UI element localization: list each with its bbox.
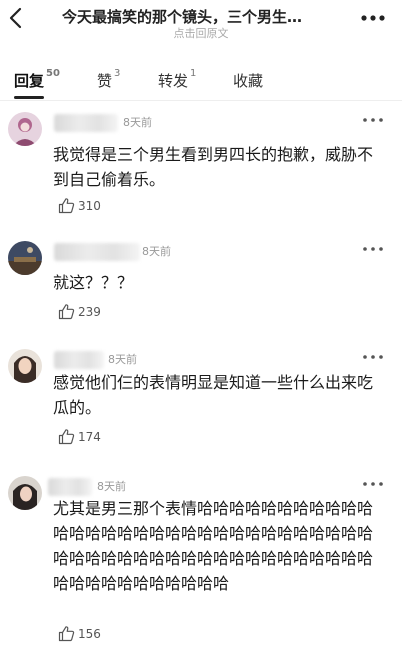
comment-text: 感觉他们仨的表情明显是知道一些什么出来吃瓜的。 (53, 373, 374, 417)
comment-more-icon[interactable] (362, 245, 384, 253)
thumbs-up-icon (58, 304, 75, 320)
like-count: 174 (78, 430, 101, 444)
top-bar: 今天最搞笑的那个镜头，三个男生… 点击回原文 (0, 0, 402, 44)
username-blurred[interactable] (54, 351, 104, 369)
thumbs-up-icon (58, 198, 75, 214)
tab-label: 收藏 (233, 72, 264, 90)
back-to-original-link[interactable]: 点击回原文 (0, 25, 402, 41)
comment-time: 8天前 (97, 480, 126, 493)
username-blurred[interactable] (54, 243, 140, 261)
avatar[interactable] (8, 476, 42, 510)
comment-text: 就这？？？ (53, 273, 134, 292)
thumbs-up-icon (58, 429, 75, 445)
comment-more-icon[interactable] (362, 353, 384, 361)
active-tab-indicator (14, 96, 44, 99)
avatar[interactable] (8, 349, 42, 383)
tab-label: 回复 (14, 72, 45, 90)
comment-more-icon[interactable] (362, 480, 384, 488)
avatar[interactable] (8, 241, 42, 275)
tab-label: 转发 (158, 72, 189, 90)
username-blurred[interactable] (48, 478, 92, 496)
comment-text: 尤其是男三那个表情哈哈哈哈哈哈哈哈哈哈哈哈哈哈哈哈哈哈哈哈哈哈哈哈哈哈哈哈哈哈哈… (53, 499, 374, 593)
tab-count: 1 (190, 68, 197, 79)
thumbs-up-icon (58, 626, 75, 642)
avatar[interactable] (8, 112, 42, 146)
like-count: 156 (78, 627, 101, 641)
comment-time: 8天前 (123, 116, 152, 129)
comment-more-icon[interactable] (362, 116, 384, 124)
like-count: 310 (78, 199, 101, 213)
tab-label: 赞 (97, 72, 113, 90)
username-blurred[interactable] (54, 114, 118, 132)
comment-time: 8天前 (142, 245, 171, 258)
divider (0, 100, 402, 101)
tab-replies[interactable]: 回复 50 (14, 68, 60, 91)
tab-count: 3 (114, 68, 121, 79)
comment-time: 8天前 (108, 353, 137, 366)
tab-reposts[interactable]: 转发 1 (158, 68, 197, 91)
tab-favorites[interactable]: 收藏 (233, 70, 263, 91)
tab-likes[interactable]: 赞3 (97, 68, 121, 91)
comment-text: 我觉得是三个男生看到男四长的抱歉，威胁不到自己偷着乐。 (53, 145, 374, 189)
tab-count: 50 (46, 68, 60, 79)
more-options-icon[interactable] (360, 10, 386, 26)
post-title[interactable]: 今天最搞笑的那个镜头，三个男生… (62, 6, 342, 27)
like-count: 239 (78, 305, 101, 319)
tab-bar: 回复 50 赞3 转发 1 收藏 (0, 64, 402, 100)
